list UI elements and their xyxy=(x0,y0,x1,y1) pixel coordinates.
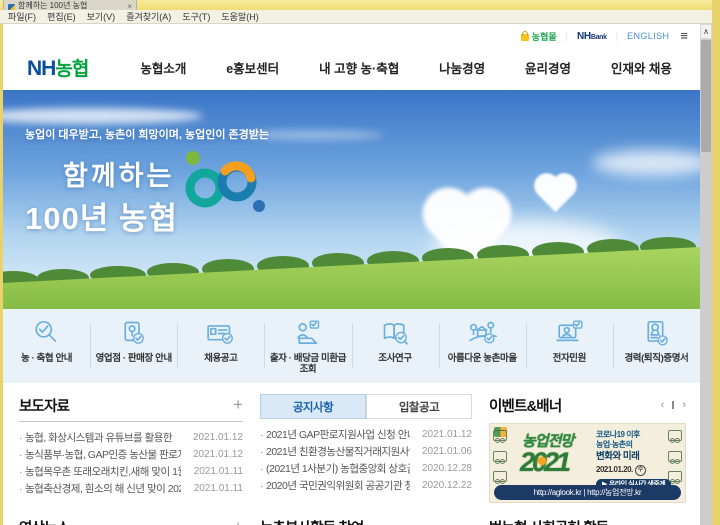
event-title: 이벤트&배너 xyxy=(489,395,561,416)
certificate-icon xyxy=(640,317,673,350)
press-item[interactable]: ·농식품부·농협, GAP인증 농산물 판로지… 2021.01.12 xyxy=(19,446,243,463)
quicklink-coop-guide[interactable]: 농 · 축협 안내 xyxy=(3,309,90,383)
volunteer-title: 농촌봉사활동 참여 xyxy=(260,517,364,525)
event-banner-panel: 이벤트&배너 ‹ › 농업전망 2021 코로나19 xyxy=(489,394,686,503)
divider: | xyxy=(566,31,568,41)
quicklink-branch-locations[interactable]: 영업점 · 판매장 안내 xyxy=(90,309,177,383)
notice-tabs: 공지사항 입찰공고 xyxy=(260,394,472,419)
id-card-check-icon xyxy=(204,317,237,350)
banner-next-icon[interactable]: › xyxy=(682,400,686,410)
agricultural-outlook-banner[interactable]: 농업전망 2021 코로나19 이후 농업·농촌의 변화와 미래 2021.01… xyxy=(489,423,686,503)
press-more-button[interactable]: + xyxy=(233,398,243,412)
weekday-circle: 수 xyxy=(635,465,646,476)
window-frame-right xyxy=(712,0,720,525)
tab-title: 함께하는 100년 농협 xyxy=(18,0,87,10)
notice-item[interactable]: ·2021년 GAP판로지원사업 신청 안내 2021.01.12 xyxy=(260,426,472,443)
village-check-icon xyxy=(466,317,499,350)
nav-item-epr[interactable]: e홍보센터 xyxy=(226,58,279,77)
press-list: ·농협, 화상시스템과 유튜브를 활용한 「… 2021.01.12 ·농식품부… xyxy=(19,429,243,497)
mall-link[interactable]: 농협몰 xyxy=(521,30,557,43)
menu-favorites[interactable]: 즐겨찾기(A) xyxy=(126,10,171,23)
shopping-bag-icon xyxy=(521,34,529,41)
nav-item-recruit[interactable]: 인재와 채용 xyxy=(611,58,672,77)
tab-bid[interactable]: 입찰공고 xyxy=(366,394,472,419)
tab-close-icon[interactable]: × xyxy=(127,3,132,10)
nav-item-sharing[interactable]: 나눔경영 xyxy=(439,58,485,77)
notice-item[interactable]: ·(2021년 1사분기) 농협중앙회 상호금융… 2020.12.28 xyxy=(260,460,472,477)
nh-logo[interactable]: NH농협 xyxy=(27,54,88,81)
tab-notice[interactable]: 공지사항 xyxy=(260,394,366,419)
bottom-section: 영상뉴스 + 농촌봉사활동 참여 범농협 사회공헌 활동 2021년 01월 1… xyxy=(3,503,700,525)
main-nav: NH농협 농협소개 e홍보센터 내 고향 농·축협 나눔경영 윤리경영 인재와 … xyxy=(3,45,700,90)
quicklink-job-postings[interactable]: 채용공고 xyxy=(177,309,264,383)
logo-name-text: 농협 xyxy=(55,59,88,80)
hamburger-menu-icon[interactable]: ≡ xyxy=(680,31,688,41)
scroll-up-icon: ∧ xyxy=(703,27,709,36)
laptop-person-check-icon xyxy=(553,317,586,350)
banner-controls: ‹ › xyxy=(661,400,686,410)
book-magnifier-icon xyxy=(379,317,412,350)
menu-edit[interactable]: 편집(E) xyxy=(47,10,76,23)
banner-prev-icon[interactable]: ‹ xyxy=(661,400,665,410)
nav-item-hometown[interactable]: 내 고향 농·축협 xyxy=(319,58,399,77)
notice-list: ·2021년 GAP판로지원사업 신청 안내 2021.01.12 ·2021년… xyxy=(260,426,472,494)
magnifier-check-icon xyxy=(30,317,63,350)
banner-text-block: 코로나19 이후 농업·농촌의 변화와 미래 2021.01.20. 수 ▶ 온… xyxy=(596,430,671,490)
quicklinks-bar: 농 · 축협 안내 영업점 · 판매장 안내 채용공고 xyxy=(3,309,700,383)
quicklink-dividend-inquiry[interactable]: 출자 · 배당금 미환급 조회 xyxy=(264,309,351,383)
nav-items: 농협소개 e홍보센터 내 고향 농·축협 나눔경영 윤리경영 인재와 채용 xyxy=(140,58,672,77)
scrollbar-thumb[interactable] xyxy=(701,40,711,152)
bank-link[interactable]: NHBank xyxy=(577,31,607,42)
video-news-title: 영상뉴스 xyxy=(19,517,69,525)
notice-panel: 공지사항 입찰공고 ·2021년 GAP판로지원사업 신청 안내 2021.01… xyxy=(260,394,472,503)
person-laptop-check-icon xyxy=(291,317,324,350)
heart-cloud-small xyxy=(543,182,568,207)
quicklink-e-civil-service[interactable]: 전자민원 xyxy=(526,309,613,383)
nav-item-about[interactable]: 농협소개 xyxy=(140,58,186,77)
map-location-icon xyxy=(117,317,150,350)
menu-file[interactable]: 파일(F) xyxy=(8,10,36,23)
menu-view[interactable]: 보기(V) xyxy=(87,10,116,23)
press-item[interactable]: ·농협목우촌 또래오래치킨,새해 맞이 1월… 2021.01.11 xyxy=(19,463,243,480)
menu-tools[interactable]: 도구(T) xyxy=(182,10,210,23)
quicklink-beautiful-village[interactable]: 아름다운 농촌마을 xyxy=(439,309,526,383)
banner-pause-icon[interactable] xyxy=(672,401,674,409)
divider xyxy=(19,421,243,422)
press-title: 보도자료 xyxy=(19,395,69,416)
quicklink-career-certificate[interactable]: 경력(퇴직)증명서 xyxy=(613,309,700,383)
browser-titlebar: 함께하는 100년 농협 × xyxy=(0,0,712,10)
english-link[interactable]: ENGLISH xyxy=(627,31,669,41)
notice-item[interactable]: ·2021년 친환경농산물직거래지원사업… 2021.01.06 xyxy=(260,443,472,460)
hero-subtitle: 농업이 대우받고, 농촌이 희망이며, 농업인이 존경받는 xyxy=(25,126,269,142)
mall-label: 농협몰 xyxy=(532,30,557,43)
press-item[interactable]: ·농협, 화상시스템과 유튜브를 활용한 「… 2021.01.12 xyxy=(19,429,243,446)
divider: | xyxy=(616,31,618,41)
infinity-100-logo-icon xyxy=(171,146,279,218)
utility-bar: 농협몰 | NHBank | ENGLISH ≡ xyxy=(3,24,700,45)
browser-tab[interactable]: 함께하는 100년 농협 × xyxy=(3,0,137,10)
press-item[interactable]: ·농협축산경제, 흰소의 해 신년 맞이 202… 2021.01.11 xyxy=(19,480,243,497)
press-release-panel: 보도자료 + ·농협, 화상시스템과 유튜브를 활용한 「… 2021.01.1… xyxy=(19,394,243,503)
vertical-scrollbar[interactable]: ∧ xyxy=(700,24,712,525)
cloud-shape xyxy=(3,108,203,124)
page-viewport: 농협몰 | NHBank | ENGLISH ≡ NH농협 농협소개 e홍보센터… xyxy=(3,24,700,525)
cloud-shape xyxy=(593,150,700,176)
social-contribution-title: 범농협 사회공헌 활동 xyxy=(489,517,608,525)
quicklink-research[interactable]: 조사연구 xyxy=(352,309,439,383)
logo-nh-text: NH xyxy=(27,57,55,80)
news-section: 보도자료 + ·농협, 화상시스템과 유튜브를 활용한 「… 2021.01.1… xyxy=(3,383,700,503)
scroll-up-button[interactable]: ∧ xyxy=(700,24,712,39)
banner-date: 2021.01.20. 수 xyxy=(596,465,671,476)
menu-help[interactable]: 도움말(H) xyxy=(221,10,258,23)
sunrise-icon xyxy=(538,457,546,465)
banner-urls: http://aglook.kr | http://농업전망.kr xyxy=(494,485,681,500)
nav-item-ethics[interactable]: 윤리경영 xyxy=(525,58,571,77)
browser-menubar: 파일(F) 편집(E) 보기(V) 즐겨찾기(A) 도구(T) 도움말(H) xyxy=(0,10,712,24)
notice-item[interactable]: ·2020년 국민권익위원회 공공기관 청렴… 2020.12.22 xyxy=(260,477,472,494)
video-news-more-button[interactable]: + xyxy=(233,520,243,525)
hero-banner[interactable]: 농업이 대우받고, 농촌이 희망이며, 농업인이 존경받는 함께하는 100년 … xyxy=(3,90,700,309)
field-landscape xyxy=(3,235,700,309)
banner-doodles-left xyxy=(492,430,508,482)
